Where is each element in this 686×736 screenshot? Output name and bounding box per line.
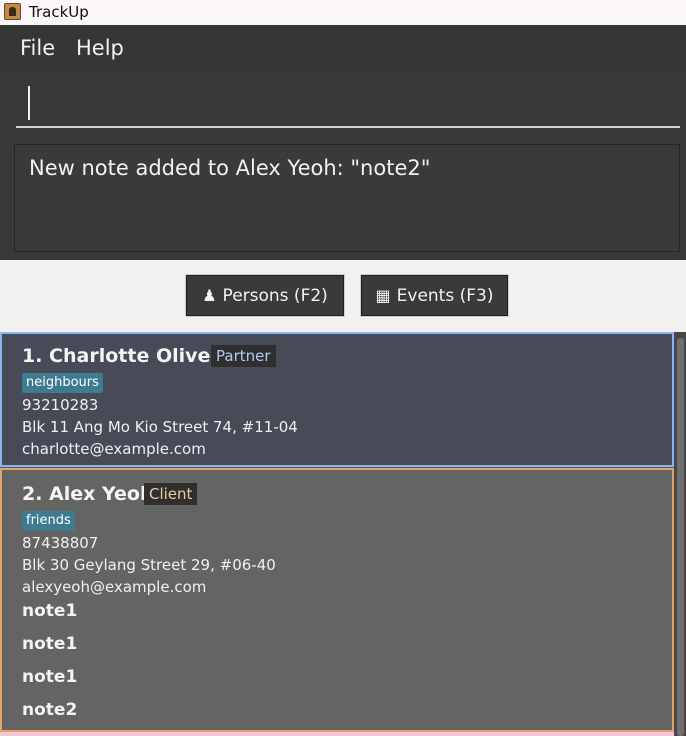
person-note: note2 (22, 700, 78, 720)
result-message: New note added to Alex Yeoh: "note2" (29, 156, 431, 180)
scrollbar-thumb[interactable] (677, 338, 684, 736)
menu-file[interactable]: File (20, 35, 55, 61)
person-name: 1. Charlotte Oliveiro (22, 345, 240, 367)
window-title: TrackUp (29, 3, 89, 21)
events-tab-label: Events (F3) (396, 285, 494, 306)
text-caret (28, 86, 30, 120)
person-name: 2. Alex Yeoh (22, 483, 154, 505)
person-role-badge: Client (144, 483, 198, 505)
person-card[interactable]: 2. Alex Yeoh Client friends 87438807 Blk… (0, 468, 674, 732)
person-tag: neighbours (22, 373, 103, 393)
calendar-icon: ▦ (375, 286, 391, 305)
person-phone: 87438807 (22, 534, 99, 552)
person-note: note1 (22, 601, 78, 621)
person-note: note1 (22, 634, 78, 654)
person-address: Blk 11 Ang Mo Kio Street 74, #11-04 (22, 418, 298, 436)
persons-tab-button[interactable]: ♟ Persons (F2) (186, 275, 344, 316)
menu-bar: File Help (0, 25, 686, 70)
person-card-selected[interactable]: 1. Charlotte Oliveiro Partner neighbours… (0, 332, 674, 467)
person-email: alexyeoh@example.com (22, 578, 207, 596)
events-tab-button[interactable]: ▦ Events (F3) (361, 275, 508, 316)
title-bar: TrackUp (0, 0, 686, 25)
person-role-badge: Partner (211, 345, 276, 367)
app-icon (4, 3, 21, 20)
result-display: New note added to Alex Yeoh: "note2" (14, 144, 680, 252)
persons-tab-label: Persons (F2) (222, 285, 328, 306)
person-icon: ♟ (202, 286, 217, 305)
person-email: charlotte@example.com (22, 440, 206, 458)
next-card-edge (0, 732, 686, 736)
command-input[interactable] (16, 76, 680, 128)
person-phone: 93210283 (22, 396, 99, 414)
person-address: Blk 30 Geylang Street 29, #06-40 (22, 556, 276, 574)
list-scrollbar[interactable] (674, 332, 686, 736)
person-note: note1 (22, 667, 78, 687)
person-tag: friends (22, 511, 75, 531)
menu-help[interactable]: Help (76, 35, 124, 61)
